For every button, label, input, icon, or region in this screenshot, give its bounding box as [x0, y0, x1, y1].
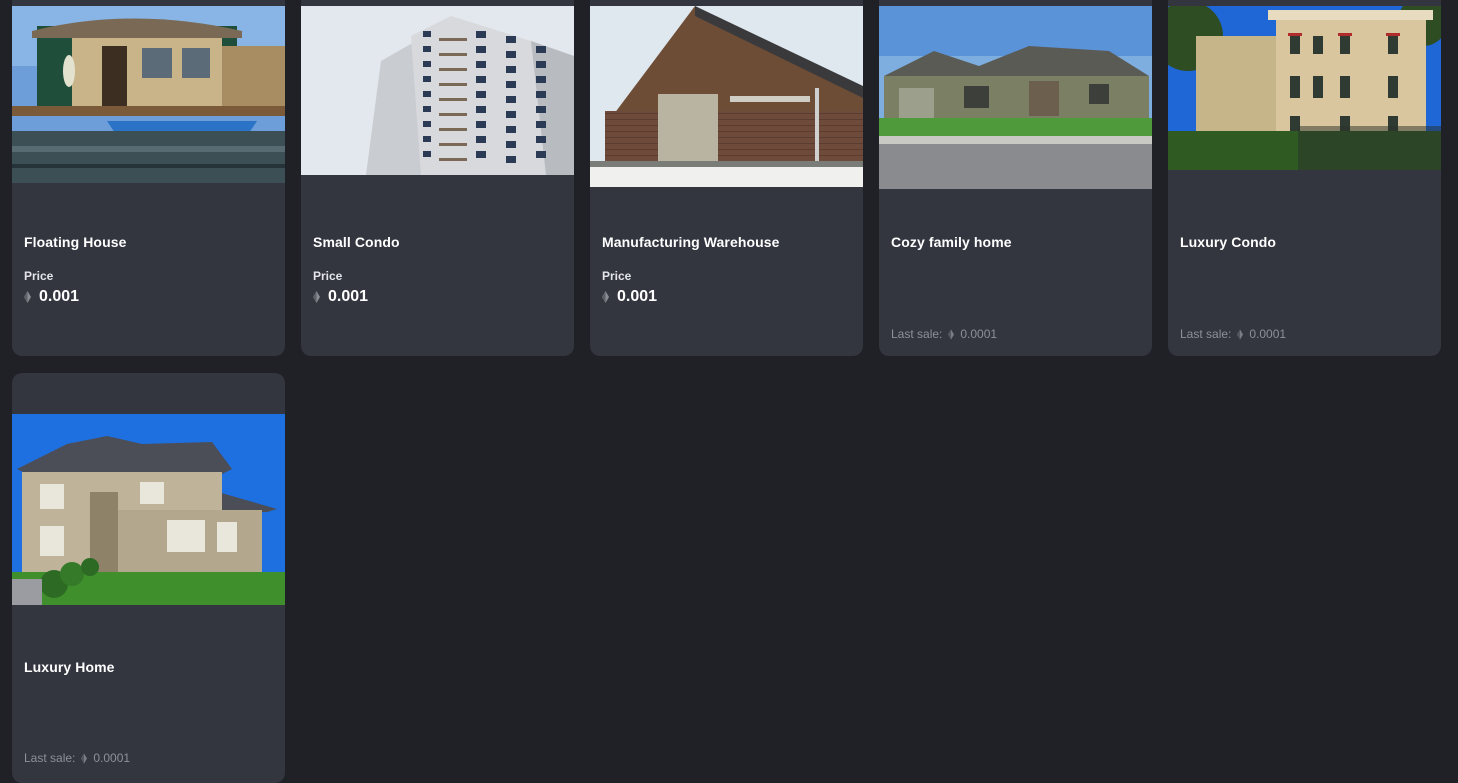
listing-title: Floating House [24, 234, 127, 250]
ethereum-icon [1237, 328, 1244, 340]
listing-title: Luxury Condo [1180, 234, 1277, 250]
listing-image-luxury-condo [1168, 6, 1441, 170]
ethereum-icon [24, 291, 31, 303]
price-label: Price [602, 269, 632, 283]
last-sale-label: Last sale: [891, 327, 943, 341]
last-sale-row: Last sale: 0.0001 [1180, 327, 1286, 341]
price-label: Price [313, 269, 343, 283]
listing-card-luxury-condo[interactable]: Luxury Condo Last sale: 0.0001 [1168, 0, 1441, 356]
last-sale-value: 0.0001 [960, 327, 998, 341]
listing-image-floating-house [12, 6, 285, 183]
price-value: 0.001 [39, 288, 80, 305]
listing-card-manufacturing-warehouse[interactable]: Manufacturing Warehouse Price 0.001 [590, 0, 863, 356]
last-sale-value: 0.0001 [1249, 327, 1287, 341]
price-value-row: 0.001 [24, 288, 79, 306]
last-sale-label: Last sale: [24, 751, 76, 765]
listing-card-small-condo[interactable]: Small Condo Price 0.001 [301, 0, 574, 356]
listing-card-floating-house[interactable]: Floating House Price 0.001 [12, 0, 285, 356]
last-sale-row: Last sale: 0.0001 [24, 751, 130, 765]
listing-image-manufacturing-warehouse [590, 6, 863, 187]
listings-grid: Floating House Price 0.001 Small Condo P… [0, 0, 1458, 783]
price-label: Price [24, 269, 54, 283]
ethereum-icon [602, 291, 609, 303]
listing-image-small-condo [301, 6, 574, 175]
listing-card-cozy-family-home[interactable]: Cozy family home Last sale: 0.0001 [879, 0, 1152, 356]
last-sale-label: Last sale: [1180, 327, 1232, 341]
listing-title: Cozy family home [891, 234, 1012, 250]
price-value-row: 0.001 [602, 288, 657, 306]
listing-title: Manufacturing Warehouse [602, 234, 780, 250]
ethereum-icon [81, 752, 88, 764]
price-value: 0.001 [328, 288, 369, 305]
price-value-row: 0.001 [313, 288, 368, 306]
ethereum-icon [313, 291, 320, 303]
listing-title: Luxury Home [24, 659, 115, 675]
listing-title: Small Condo [313, 234, 400, 250]
listing-card-luxury-home[interactable]: Luxury Home Last sale: 0.0001 [12, 373, 285, 783]
listing-image-cozy-family-home [879, 6, 1152, 189]
price-value: 0.001 [617, 288, 658, 305]
ethereum-icon [948, 328, 955, 340]
last-sale-row: Last sale: 0.0001 [891, 327, 997, 341]
listing-image-luxury-home [12, 414, 285, 605]
last-sale-value: 0.0001 [93, 751, 131, 765]
